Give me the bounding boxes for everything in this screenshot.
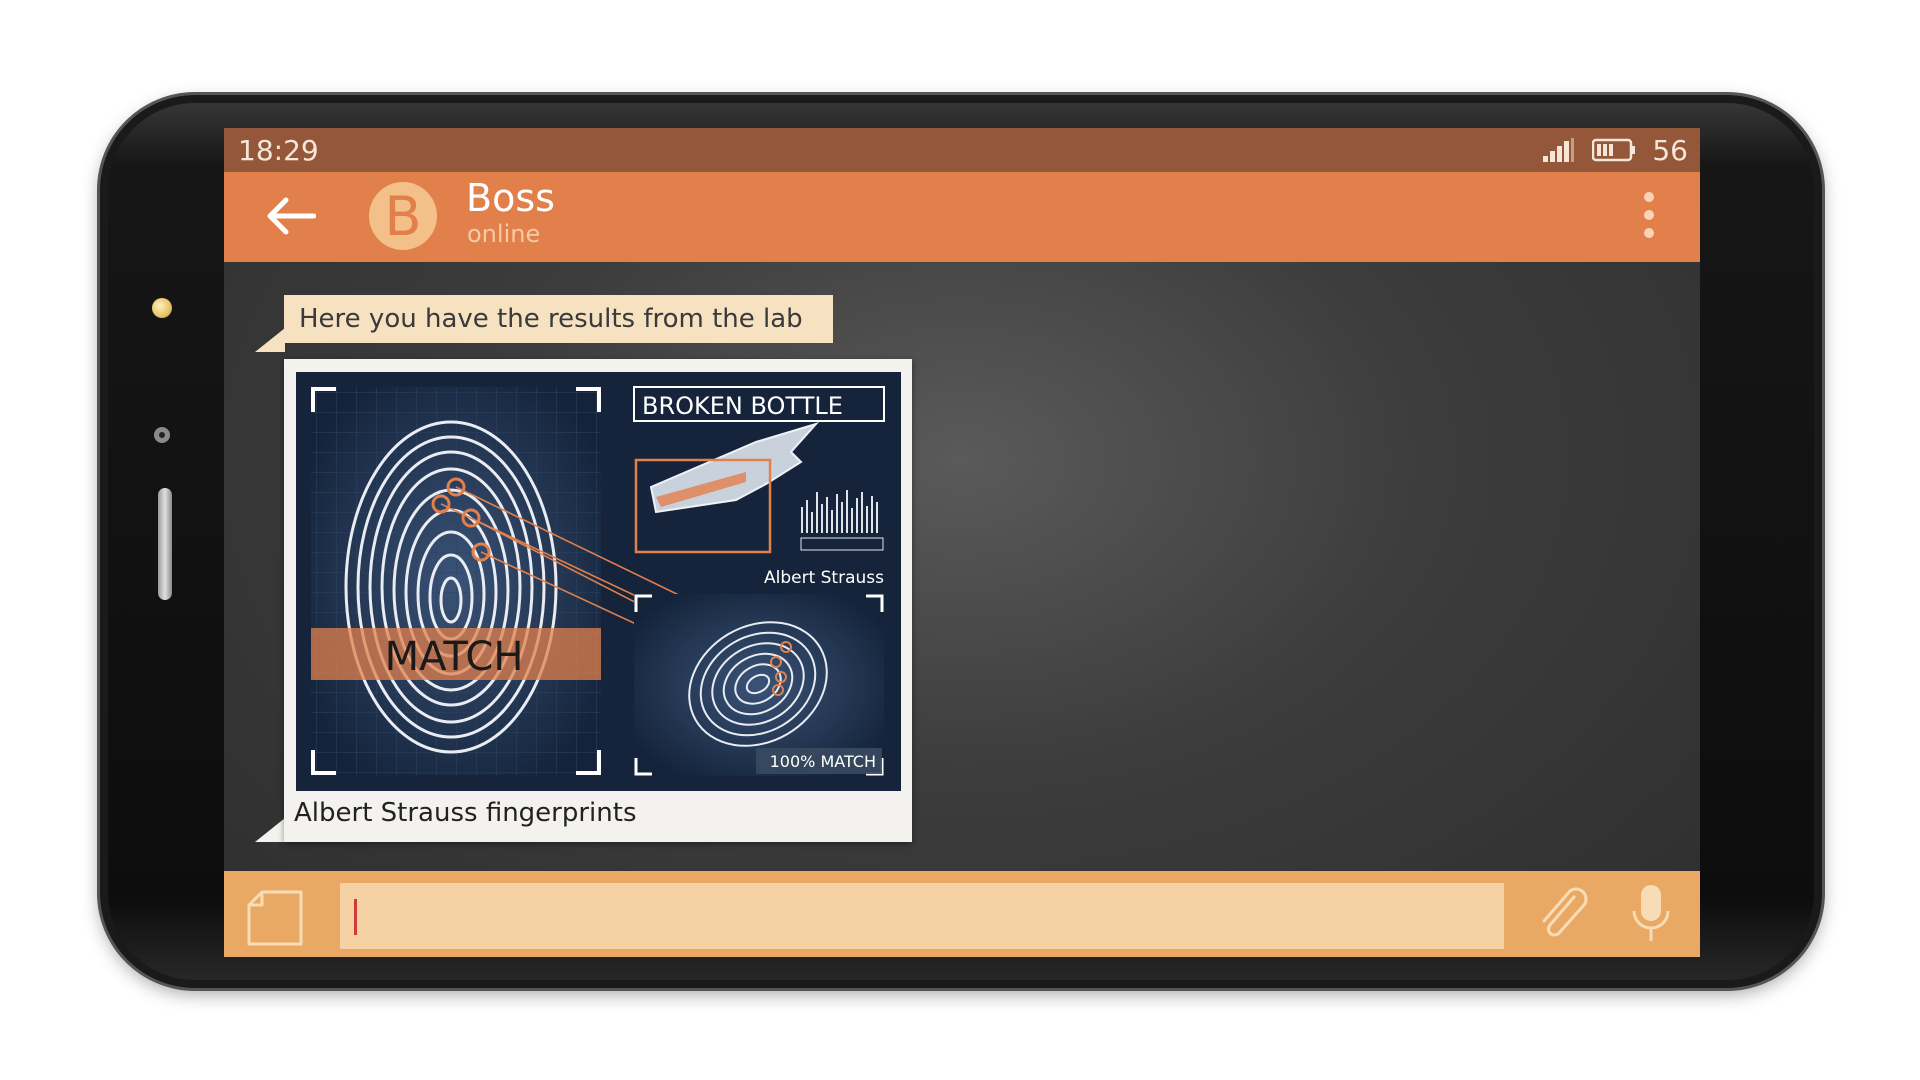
contact-name[interactable]: Boss	[466, 176, 555, 220]
chat-screen: 18:29 56 B Boss online Here you have the…	[224, 128, 1700, 957]
battery-icon	[1592, 138, 1635, 162]
front-light-sensor	[152, 298, 172, 318]
bubble-tail	[255, 818, 285, 842]
status-bar: 18:29 56	[224, 128, 1700, 172]
contact-status: online	[467, 220, 541, 248]
battery-percent: 56	[1652, 134, 1688, 167]
paperclip-icon[interactable]	[1534, 885, 1594, 945]
microphone-icon[interactable]	[1629, 883, 1673, 945]
signal-icon	[1543, 138, 1574, 162]
image-caption: Albert Strauss fingerprints	[294, 798, 637, 828]
bubble-tail	[255, 328, 285, 352]
match-stamp: MATCH	[385, 634, 524, 680]
avatar[interactable]: B	[369, 182, 437, 250]
message-bubble-text: Here you have the results from the lab	[284, 295, 833, 343]
message-input-bar	[224, 871, 1700, 957]
evidence-title: BROKEN BOTTLE	[642, 392, 843, 420]
match-percent-label: 100% MATCH	[770, 752, 876, 771]
suspect-name: Albert Strauss	[764, 568, 884, 588]
front-camera	[154, 427, 170, 443]
text-caret	[354, 899, 357, 935]
more-vertical-icon[interactable]	[1642, 192, 1656, 244]
lab-results-image[interactable]: MATCH BROKEN BOTTLE Albert Strauss 100% …	[296, 372, 901, 791]
home-button[interactable]	[158, 488, 172, 600]
sticker-icon[interactable]	[246, 889, 304, 947]
arrow-left-icon[interactable]	[264, 196, 316, 236]
chat-header: B Boss online	[224, 172, 1700, 262]
message-input[interactable]	[340, 883, 1504, 949]
status-time: 18:29	[238, 134, 319, 167]
